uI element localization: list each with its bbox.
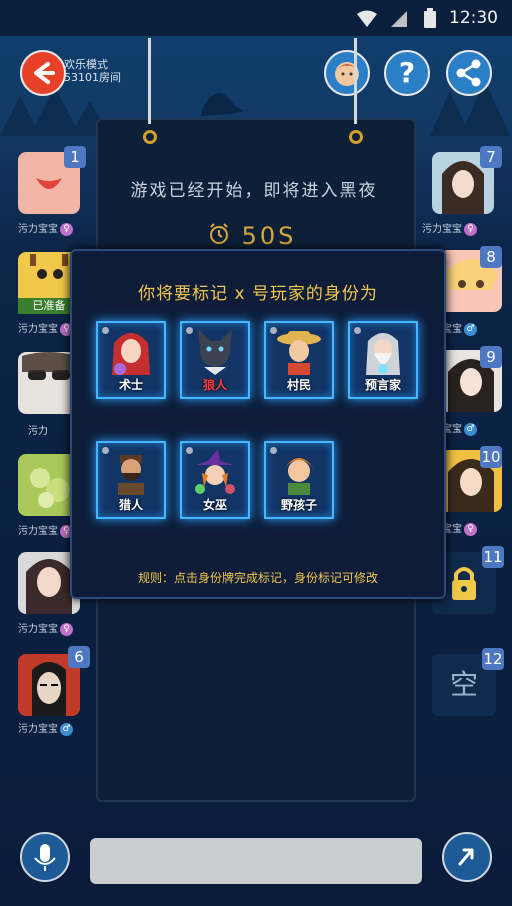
send-button[interactable]	[442, 832, 492, 882]
dialog-rule: 规则：点击身份牌完成标记，身份标记可修改	[137, 571, 378, 585]
role-label: 术士	[118, 378, 143, 392]
status-bar: 12:30	[0, 0, 512, 36]
player-name: 污力宝宝♀	[18, 320, 73, 336]
room-number: 53101房间	[64, 71, 121, 84]
hunter-icon	[118, 455, 144, 495]
witch-icon	[195, 449, 235, 494]
seat-number: 8	[480, 246, 502, 268]
clock: 12:30	[449, 8, 498, 28]
game-screen: 12:30 欢乐模式 53101房间 ? 游戏已经开始，即将进入黑夜 50S 1…	[0, 0, 512, 906]
player-name: 污力宝宝♀	[18, 522, 73, 538]
seat-number: 11	[482, 546, 504, 568]
female-icon: ♀	[464, 522, 477, 536]
villager-icon	[277, 331, 321, 375]
role-card-werewolf[interactable]: 狼人	[180, 321, 250, 399]
role-card-witch[interactable]: 女巫	[180, 441, 250, 519]
seat-number: 7	[480, 146, 502, 168]
player-name: 污力宝宝♀	[18, 220, 73, 236]
game-mode: 欢乐模式	[64, 58, 108, 71]
player-name: 污力宝宝♂	[18, 720, 73, 736]
seat-number: 6	[68, 646, 90, 668]
role-label: 预言家	[364, 378, 401, 392]
countdown-timer: 50S	[207, 222, 296, 250]
seer-icon	[366, 333, 400, 375]
werewolf-icon	[198, 329, 232, 375]
wifi-icon	[357, 10, 377, 27]
role-card-seer[interactable]: 预言家	[348, 321, 418, 399]
hanging-ring	[349, 130, 363, 144]
role-label: 女巫	[202, 498, 227, 512]
chat-input[interactable]	[90, 838, 422, 884]
male-icon: ♂	[464, 322, 477, 336]
help-button[interactable]: ?	[384, 50, 430, 96]
role-card-wild-child[interactable]: 野孩子	[264, 441, 334, 519]
seat-number: 12	[482, 648, 504, 670]
player-name: 污力宝宝♀	[18, 620, 73, 636]
role-card-villager[interactable]: 村民	[264, 321, 334, 399]
role-label: 村民	[286, 378, 311, 392]
dialog-title: 你将要标记 x 号玩家的身份为	[138, 284, 378, 304]
female-icon: ♀	[60, 622, 73, 636]
share-button[interactable]	[446, 50, 492, 96]
alarm-clock-icon	[210, 223, 228, 244]
voice-button[interactable]	[20, 832, 70, 882]
timer-value: 50S	[241, 222, 297, 250]
female-icon: ♀	[60, 222, 73, 236]
player-name: 污力	[28, 426, 48, 437]
back-button[interactable]	[20, 50, 66, 96]
share-icon	[456, 59, 481, 87]
hanging-rope	[354, 38, 357, 124]
hanging-rope	[148, 38, 151, 124]
female-icon: ♀	[464, 222, 477, 236]
profile-button[interactable]	[324, 50, 370, 96]
role-label: 野孩子	[280, 498, 317, 512]
microphone-icon	[34, 844, 56, 871]
role-card-warlock[interactable]: 术士	[96, 321, 166, 399]
seat-number: 1	[64, 146, 86, 168]
identity-mark-dialog: 你将要标记 x 号玩家的身份为 术士 狼人 村民 预言家 猎人 女巫 野孩子 规…	[70, 249, 446, 599]
role-label: 狼人	[202, 378, 227, 392]
wild-child-icon	[284, 458, 314, 495]
hanging-ring	[143, 130, 157, 144]
avatar-icon	[335, 62, 359, 86]
male-icon: ♂	[464, 422, 477, 436]
warlock-icon	[112, 333, 150, 375]
question-icon: ?	[398, 56, 416, 89]
player-name: 污力宝宝♀	[422, 220, 477, 236]
signal-icon	[391, 11, 407, 27]
male-icon: ♂	[60, 722, 73, 736]
seat-number: 10	[480, 446, 502, 468]
battery-icon	[424, 8, 436, 28]
room-info: 欢乐模式 53101房间	[64, 58, 121, 84]
role-card-hunter[interactable]: 猎人	[96, 441, 166, 519]
seat-number: 9	[480, 346, 502, 368]
role-label: 猎人	[118, 498, 143, 512]
arrow-left-icon	[34, 62, 55, 84]
game-status-message: 游戏已经开始，即将进入黑夜	[130, 181, 378, 201]
send-arrow-icon	[458, 848, 474, 866]
